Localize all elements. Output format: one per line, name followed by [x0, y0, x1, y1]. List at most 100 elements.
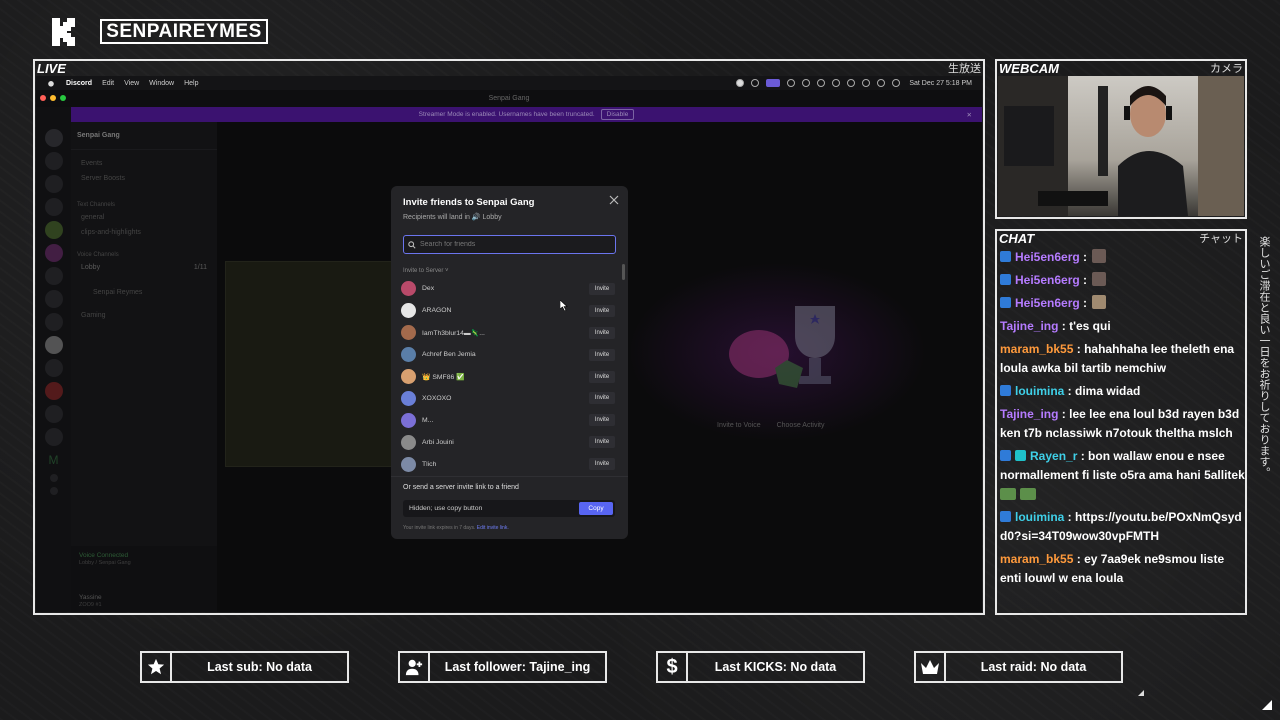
- dollar-icon: $: [658, 653, 688, 681]
- invite-button[interactable]: Invite: [589, 414, 615, 427]
- emote-icon: [1092, 249, 1107, 263]
- mouse-cursor-icon: [560, 300, 568, 311]
- avatar: [401, 347, 416, 363]
- text-category[interactable]: Text Channels: [71, 196, 217, 210]
- server-icon[interactable]: [44, 428, 63, 446]
- status-icon[interactable]: [817, 79, 826, 87]
- chat-username[interactable]: maram_bk55: [1000, 342, 1073, 356]
- chat-username[interactable]: Rayen_r: [1030, 449, 1077, 463]
- channel-gaming[interactable]: Gaming: [71, 308, 217, 323]
- invite-modal: Invite friends to Senpai Gang Recipients…: [391, 186, 628, 539]
- apple-icon[interactable]: [46, 79, 56, 87]
- chat-username[interactable]: louimina: [1015, 510, 1064, 524]
- record-icon[interactable]: [736, 79, 745, 87]
- scrollbar[interactable]: [622, 264, 625, 280]
- voice-user[interactable]: Senpai Reymes: [71, 285, 217, 300]
- chat-message: Rayen_r : bon wallaw enou e nsee normall…: [1000, 447, 1246, 504]
- last-kicks-box: $ Last KICKS: No data: [656, 651, 865, 683]
- chat-message: louimina : https://youtu.be/POxNmQsydd0?…: [1000, 510, 1242, 543]
- server-name[interactable]: Senpai Gang: [71, 122, 217, 150]
- menu-view[interactable]: View: [124, 80, 139, 87]
- server-icon[interactable]: [44, 244, 63, 262]
- server-icon[interactable]: [44, 221, 63, 239]
- invite-button[interactable]: Invite: [589, 392, 615, 405]
- invite-link-field[interactable]: Hidden; use copy button Copy: [403, 500, 615, 517]
- invite-button[interactable]: Invite: [589, 370, 615, 383]
- edit-invite-link[interactable]: Edit invite link.: [477, 525, 509, 531]
- friend-row: Dex Invite: [401, 278, 615, 300]
- chat-username[interactable]: louimina: [1015, 384, 1064, 398]
- user-name[interactable]: Yassine: [71, 566, 217, 601]
- voice-category[interactable]: Voice Channels: [71, 246, 217, 260]
- invite-button[interactable]: Invite: [589, 326, 615, 339]
- friend-name: XOXOXO: [422, 394, 452, 402]
- chat-username[interactable]: Tajine_ing: [1000, 319, 1058, 333]
- chat-username[interactable]: maram_bk55: [1000, 552, 1073, 566]
- kick-badge-icon: [1000, 297, 1011, 308]
- friend-row: 👑 SMF86 ✅ Invite: [401, 366, 615, 388]
- server-icon[interactable]: [44, 405, 63, 423]
- discord-home-icon[interactable]: [44, 129, 63, 147]
- server-icon[interactable]: [44, 290, 63, 308]
- menu-app[interactable]: Discord: [66, 80, 92, 87]
- channel-lobby[interactable]: Lobby 1/11: [71, 260, 217, 275]
- chat-username[interactable]: Tajine_ing: [1000, 407, 1058, 421]
- channel-clips[interactable]: clips-and-highlights: [71, 225, 217, 240]
- server-icon[interactable]: [44, 359, 63, 377]
- close-window-button[interactable]: [40, 95, 46, 101]
- server-icon[interactable]: M: [45, 451, 63, 469]
- window-titlebar: Senpai Gang: [36, 90, 982, 107]
- menu-help[interactable]: Help: [184, 80, 198, 87]
- avatar: [401, 412, 416, 428]
- maximize-window-button[interactable]: [60, 95, 66, 101]
- chat-message: Hei5en6erg :: [1000, 294, 1246, 313]
- invite-button[interactable]: Invite: [589, 304, 615, 317]
- server-rail: M: [36, 107, 71, 612]
- server-icon[interactable]: [44, 267, 63, 285]
- avatar: [401, 303, 416, 319]
- money-emote-icon: [1000, 488, 1016, 500]
- server-icon[interactable]: [44, 313, 63, 331]
- minimize-window-button[interactable]: [50, 95, 56, 101]
- invite-button[interactable]: Invite: [589, 348, 615, 361]
- status-icon[interactable]: [832, 79, 841, 87]
- chat-username[interactable]: Hei5en6erg: [1015, 296, 1080, 310]
- status-icon[interactable]: [847, 79, 856, 87]
- wifi-icon[interactable]: [862, 79, 871, 87]
- server-icon[interactable]: [44, 152, 63, 170]
- search-icon[interactable]: [877, 79, 886, 87]
- menu-window[interactable]: Window: [149, 80, 174, 87]
- lobby-count: 1/11: [193, 264, 207, 271]
- disable-streamer-mode-button[interactable]: Disable: [600, 109, 635, 120]
- channel-general[interactable]: general: [71, 210, 217, 225]
- server-icon[interactable]: [44, 175, 63, 193]
- server-icon[interactable]: [44, 382, 63, 400]
- kick-badge-icon: [1000, 274, 1011, 285]
- add-server-icon[interactable]: [49, 474, 58, 482]
- menu-edit[interactable]: Edit: [102, 80, 114, 87]
- invite-button[interactable]: Invite: [589, 282, 615, 295]
- chat-username[interactable]: Hei5en6erg: [1015, 250, 1080, 264]
- status-icon[interactable]: [766, 79, 781, 87]
- choose-activity-button[interactable]: Choose Activity: [777, 422, 825, 429]
- server-icon[interactable]: [44, 198, 63, 216]
- channel-server-boosts[interactable]: Server Boosts: [71, 171, 217, 186]
- section-label[interactable]: Invite to Server ˅: [403, 268, 449, 274]
- channel-events[interactable]: Events: [71, 156, 217, 171]
- status-icon[interactable]: [751, 79, 760, 87]
- status-icon[interactable]: [802, 79, 811, 87]
- modal-title: Invite friends to Senpai Gang: [403, 197, 535, 208]
- close-icon[interactable]: [609, 195, 619, 205]
- chat-text: dima widad: [1075, 384, 1141, 398]
- control-center-icon[interactable]: [892, 79, 901, 87]
- chat-username[interactable]: Hei5en6erg: [1015, 273, 1080, 287]
- discover-icon[interactable]: [49, 487, 58, 495]
- server-icon[interactable]: [44, 336, 63, 354]
- close-banner-icon[interactable]: ✕: [967, 111, 972, 119]
- search-input[interactable]: [420, 241, 605, 248]
- invite-button[interactable]: Invite: [589, 458, 615, 471]
- copy-button[interactable]: Copy: [579, 502, 613, 515]
- invite-button[interactable]: Invite: [589, 436, 615, 449]
- status-icon[interactable]: [787, 79, 796, 87]
- invite-to-voice-button[interactable]: Invite to Voice: [717, 422, 761, 429]
